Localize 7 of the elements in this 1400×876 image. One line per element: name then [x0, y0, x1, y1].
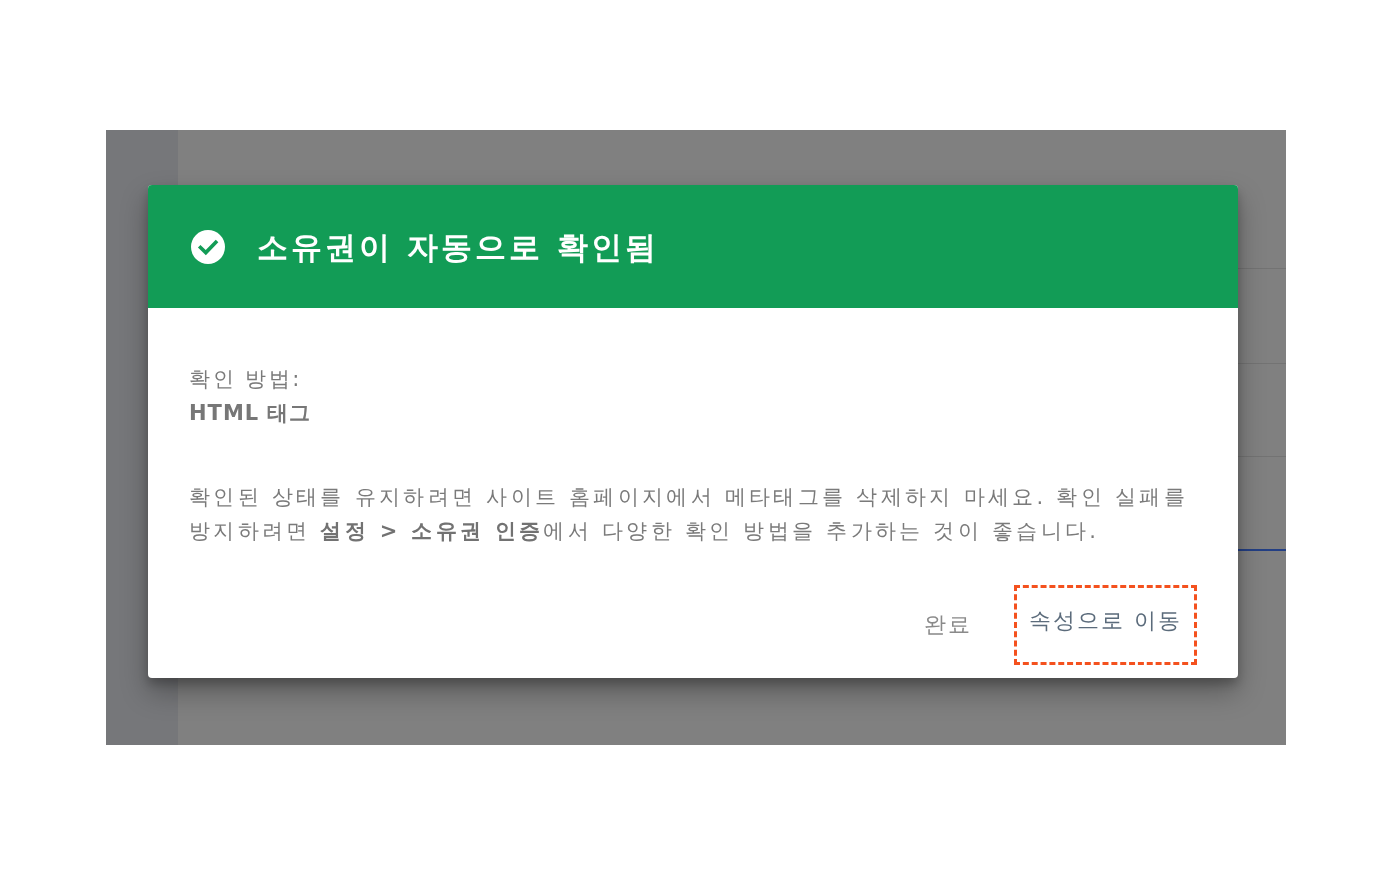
check-circle-icon [191, 229, 225, 264]
action-button[interactable]: 완료 [916, 604, 980, 646]
method-label: 확인 방법: [189, 366, 303, 393]
dialog-title: 소유권이 자동으로 확인됨 [257, 227, 659, 267]
dialog-message: 확인된 상태를 유지하려면 사이트 홈페이지에서 메타태그를 삭제하지 마세요. 확인 실패를 방지하려면 설정 > 소유권 인증에서 다양한 확인 방법을 추가하는 것이 좋습니다. [189, 484, 1189, 545]
method-value: HTML 태그 [189, 400, 313, 427]
action-button[interactable]: 속성으로 이동 [1021, 600, 1190, 642]
